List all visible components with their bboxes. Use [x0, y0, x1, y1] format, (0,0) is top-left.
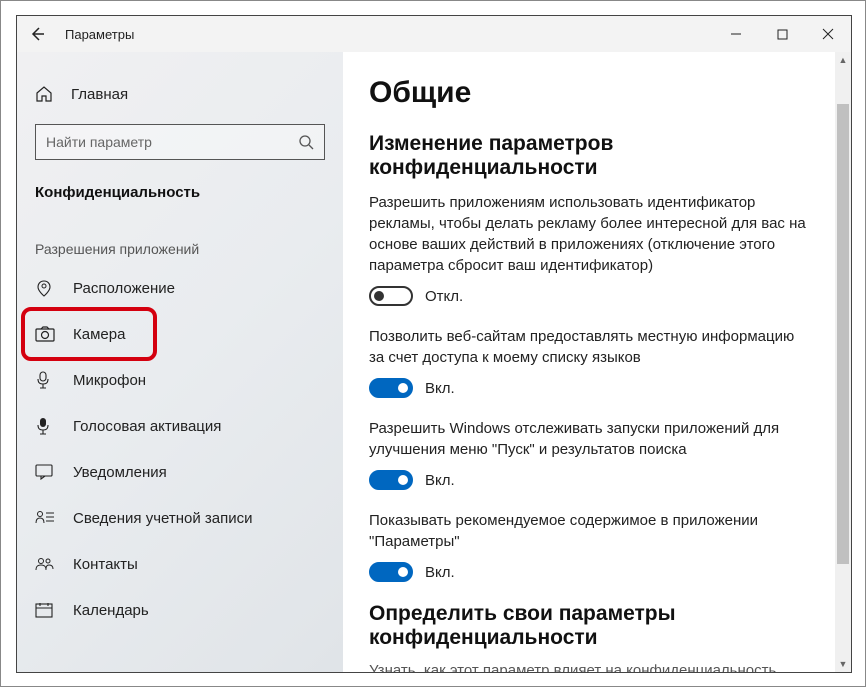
sidebar-item-label: Календарь	[73, 602, 149, 619]
sidebar-home-label: Главная	[71, 86, 128, 103]
setting-description: Позволить веб-сайтам предоставлять местн…	[369, 326, 809, 368]
toggle-row: Вкл.	[369, 562, 825, 582]
search-wrap: Найти параметр	[35, 124, 325, 160]
sidebar-item-label: Голосовая активация	[73, 418, 221, 435]
content-area: Главная Найти параметр Конфиденциальност…	[17, 52, 851, 672]
close-icon	[822, 28, 834, 40]
sidebar-item-label: Расположение	[73, 280, 175, 297]
setting-description: Показывать рекомендуемое содержимое в пр…	[369, 510, 809, 552]
settings-window: Параметры Главная Найти парам	[16, 15, 852, 673]
camera-icon	[35, 326, 61, 342]
scroll-up-icon[interactable]: ▲	[835, 52, 851, 68]
back-button[interactable]	[17, 16, 57, 52]
arrow-left-icon	[29, 26, 45, 42]
toggle-state-label: Вкл.	[425, 380, 455, 397]
maximize-button[interactable]	[759, 16, 805, 52]
sidebar-item-contacts[interactable]: Контакты	[17, 541, 343, 587]
voice-icon	[35, 417, 61, 435]
sidebar-item-location[interactable]: Расположение	[17, 265, 343, 311]
sidebar-item-voice[interactable]: Голосовая активация	[17, 403, 343, 449]
search-icon	[298, 134, 314, 150]
scroll-down-icon[interactable]: ▼	[835, 656, 851, 672]
window-title: Параметры	[65, 27, 134, 42]
sidebar-item-microphone[interactable]: Микрофон	[17, 357, 343, 403]
contacts-icon	[35, 556, 61, 572]
microphone-icon	[35, 371, 61, 389]
sidebar-item-label: Сведения учетной записи	[73, 510, 253, 527]
sidebar-group-label: Разрешения приложений	[17, 219, 343, 265]
sidebar-item-label: Камера	[73, 326, 125, 343]
sidebar-item-notifications[interactable]: Уведомления	[17, 449, 343, 495]
notification-icon	[35, 464, 61, 480]
search-placeholder: Найти параметр	[46, 134, 298, 150]
setting-description: Разрешить приложениям использовать идент…	[369, 192, 809, 276]
scrollbar[interactable]: ▲ ▼	[835, 52, 851, 672]
sidebar-item-label: Микрофон	[73, 372, 146, 389]
maximize-icon	[777, 29, 788, 40]
toggle-app-launch-tracking[interactable]	[369, 470, 413, 490]
minimize-icon	[730, 28, 742, 40]
sidebar-category: Конфиденциальность	[17, 170, 343, 219]
page-heading: Общие	[369, 76, 825, 110]
toggle-advertising-id[interactable]	[369, 286, 413, 306]
toggle-language-list[interactable]	[369, 378, 413, 398]
close-button[interactable]	[805, 16, 851, 52]
sidebar-item-calendar[interactable]: Календарь	[17, 587, 343, 633]
window-controls	[713, 16, 851, 52]
main-panel: Общие Изменение параметров конфиденциаль…	[343, 52, 851, 672]
titlebar: Параметры	[17, 16, 851, 52]
sidebar: Главная Найти параметр Конфиденциальност…	[17, 52, 343, 672]
sidebar-item-label: Контакты	[73, 556, 138, 573]
location-icon	[35, 279, 61, 297]
sidebar-item-label: Уведомления	[73, 464, 167, 481]
sidebar-item-account[interactable]: Сведения учетной записи	[17, 495, 343, 541]
scrollbar-thumb[interactable]	[837, 104, 849, 564]
home-icon	[35, 85, 61, 103]
toggle-row: Вкл.	[369, 378, 825, 398]
sidebar-home[interactable]: Главная	[17, 72, 343, 116]
footnote-text: Узнать, как этот параметр влияет на конф…	[369, 662, 825, 672]
toggle-row: Вкл.	[369, 470, 825, 490]
calendar-icon	[35, 602, 61, 618]
toggle-state-label: Откл.	[425, 288, 463, 305]
section-title: Определить свои параметры конфиденциальн…	[369, 602, 769, 650]
toggle-state-label: Вкл.	[425, 564, 455, 581]
section-title: Изменение параметров конфиденциальности	[369, 132, 825, 180]
toggle-row: Откл.	[369, 286, 825, 306]
setting-description: Разрешить Windows отслеживать запуски пр…	[369, 418, 809, 460]
minimize-button[interactable]	[713, 16, 759, 52]
account-icon	[35, 510, 61, 526]
toggle-state-label: Вкл.	[425, 472, 455, 489]
toggle-suggested-content[interactable]	[369, 562, 413, 582]
sidebar-item-camera[interactable]: Камера	[17, 311, 343, 357]
search-input[interactable]: Найти параметр	[35, 124, 325, 160]
